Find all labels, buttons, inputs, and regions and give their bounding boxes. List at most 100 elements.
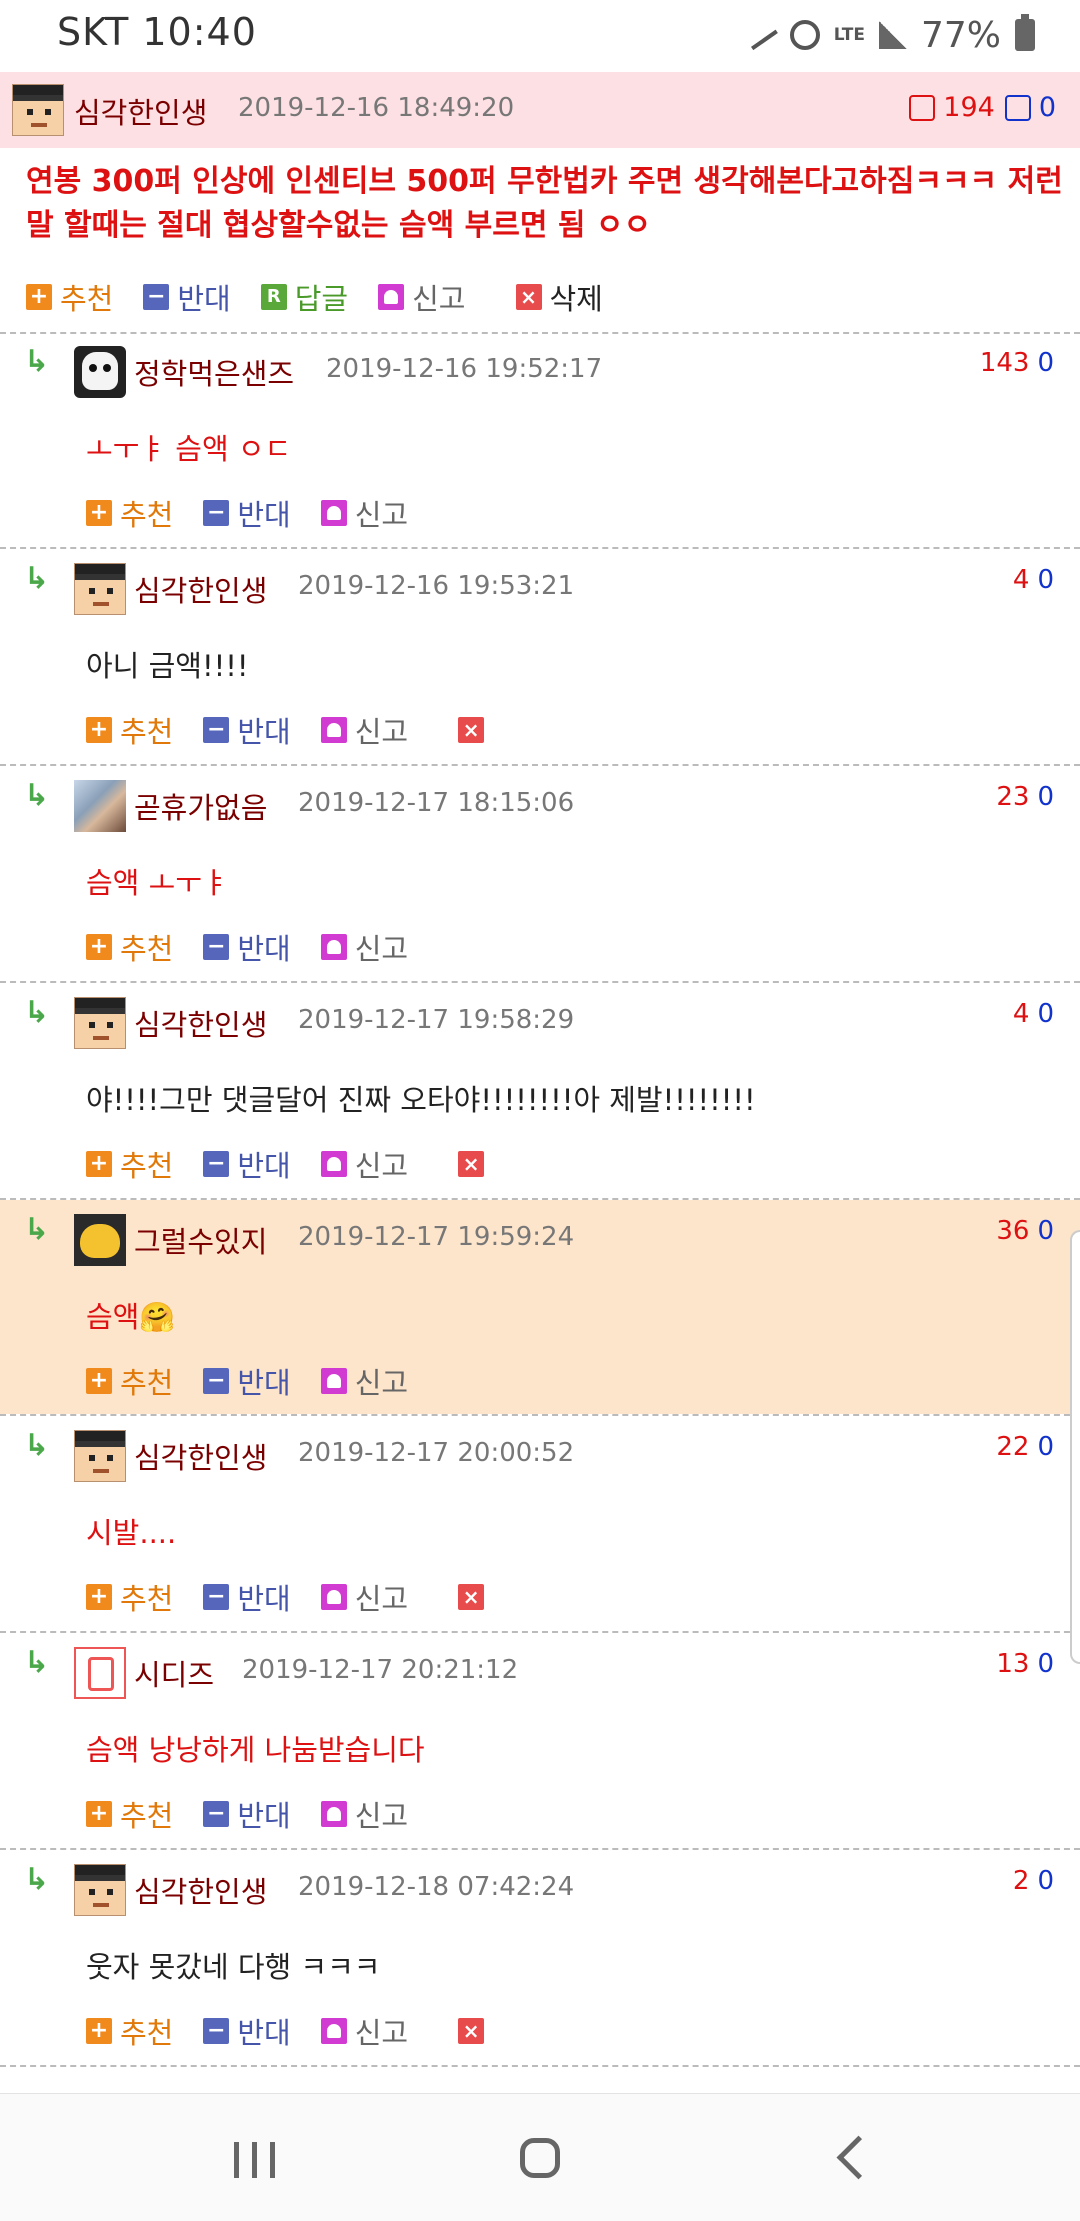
report-button[interactable]: 신고 xyxy=(320,1576,408,1618)
recommend-button[interactable]: + 추천 xyxy=(86,2010,173,2052)
avatar[interactable] xyxy=(74,780,126,832)
recommend-button[interactable]: + 추천 xyxy=(86,1576,173,1618)
vote-counts: 40 xyxy=(1012,999,1054,1029)
delete-icon: × xyxy=(458,2018,485,2044)
battery-icon xyxy=(1015,14,1035,51)
author-nick[interactable]: 심각한인생 xyxy=(134,568,267,610)
reply-button[interactable]: R 답글 xyxy=(260,276,348,318)
recommend-button[interactable]: + 추천 xyxy=(86,1360,173,1402)
delete-button[interactable]: × xyxy=(458,717,492,743)
author-nick[interactable]: 심각한인생 xyxy=(134,1002,267,1044)
report-button[interactable]: 신고 xyxy=(320,1360,408,1402)
recommend-button[interactable]: + 추천 xyxy=(26,276,113,318)
reply-item: ↳ 심각한인생 2019-12-16 19:53:21 40 아니 금액!!!!… xyxy=(0,549,1080,763)
comment-text: ㅗㅜㅑ 슴액 ㅇㄷ xyxy=(86,432,292,466)
reply-item: ↳ 심각한인생 2019-12-17 20:00:52 22 0 시발.... +… xyxy=(0,1416,1080,1630)
recent-apps-icon[interactable] xyxy=(220,2124,290,2194)
back-icon[interactable] xyxy=(815,2124,885,2194)
report-button[interactable]: 신고 xyxy=(378,276,466,318)
edit-icon xyxy=(743,19,778,51)
report-button[interactable]: 신고 xyxy=(320,926,408,968)
delete-icon: × xyxy=(515,284,542,310)
main-comment-actions: + 추천 − 반대 R 답글 신고 × 삭제 xyxy=(26,276,633,318)
lte-icon: LTE xyxy=(833,24,865,45)
author-nick[interactable]: 정학먹은샌즈 xyxy=(134,351,294,393)
oppose-button[interactable]: − 반대 xyxy=(203,2010,291,2052)
reply-item: ↳ 정학먹은샌즈 2019-12-16 19:52:17 143 0 ㅗㅜㅑ 슴액… xyxy=(0,334,1080,546)
delete-button[interactable]: × xyxy=(458,2018,492,2044)
plus-icon: + xyxy=(86,1584,112,1610)
delete-icon: × xyxy=(458,1584,485,1610)
avatar[interactable] xyxy=(74,1430,126,1482)
minus-icon: − xyxy=(203,2018,230,2044)
upvote-count: 194 xyxy=(943,92,995,123)
oppose-button[interactable]: − 반대 xyxy=(203,926,291,968)
comment-date: 2019-12-16 19:52:17 xyxy=(326,354,603,384)
avatar[interactable] xyxy=(74,1864,126,1916)
avatar[interactable] xyxy=(12,84,64,136)
author-nick[interactable]: 시디즈 xyxy=(134,1652,214,1694)
recommend-button[interactable]: + 추천 xyxy=(86,1143,173,1185)
siren-icon xyxy=(320,1801,347,1827)
delete-button[interactable]: × xyxy=(458,1584,492,1610)
oppose-button[interactable]: − 반대 xyxy=(203,1793,291,1835)
oppose-button[interactable]: − 반대 xyxy=(203,1576,291,1618)
recommend-button[interactable]: + 추천 xyxy=(86,709,173,751)
signal-icon xyxy=(878,21,907,49)
reply-item: ↳ 곧휴가없음 2019-12-17 18:15:06 23 0 슴액 ㅗㅜㅑ +… xyxy=(0,766,1080,980)
siren-icon xyxy=(378,284,405,310)
comment-actions: + 추천 − 반대 신고 × xyxy=(86,1576,522,1618)
oppose-button[interactable]: − 반대 xyxy=(203,1360,291,1402)
avatar[interactable] xyxy=(74,563,126,615)
avatar[interactable] xyxy=(74,997,126,1049)
comment-date: 2019-12-17 19:59:24 xyxy=(298,1222,575,1252)
oppose-button[interactable]: − 반대 xyxy=(203,492,291,534)
recommend-button[interactable]: + 추천 xyxy=(86,1793,173,1835)
report-button[interactable]: 신고 xyxy=(320,1793,408,1835)
recommend-button[interactable]: + 추천 xyxy=(86,492,173,534)
comment-date: 2019-12-17 19:58:29 xyxy=(298,1005,575,1035)
main-comment-header: 심각한인생 2019-12-16 18:49:20 194 0 xyxy=(0,72,1080,148)
author-nick[interactable]: 심각한인생 xyxy=(134,1869,267,1911)
plus-icon: + xyxy=(86,1151,112,1177)
comment-date: 2019-12-17 18:15:06 xyxy=(298,788,575,818)
plus-icon: + xyxy=(86,717,112,743)
vote-counts: 23 0 xyxy=(996,782,1054,812)
comment-date: 2019-12-17 20:21:12 xyxy=(242,1655,519,1685)
vote-counts: 194 0 xyxy=(909,92,1056,123)
minus-icon: − xyxy=(203,1801,230,1827)
comment-actions: + 추천 − 반대 신고 × xyxy=(86,1143,522,1185)
avatar[interactable] xyxy=(74,346,126,398)
oppose-button[interactable]: − 반대 xyxy=(203,709,291,751)
siren-icon xyxy=(320,1584,347,1610)
author-nick[interactable]: 심각한인생 xyxy=(134,1435,267,1477)
comment-text: 아니 금액!!!! xyxy=(86,649,249,683)
report-button[interactable]: 신고 xyxy=(320,1143,408,1185)
delete-button[interactable]: × xyxy=(458,1151,492,1177)
minus-icon: − xyxy=(203,1584,230,1610)
home-icon[interactable] xyxy=(508,2124,578,2194)
reply-icon: R xyxy=(260,284,287,310)
author-nick[interactable]: 그럴수있지 xyxy=(134,1219,267,1261)
scroll-handle[interactable] xyxy=(1070,1230,1080,1664)
oppose-button[interactable]: − 반대 xyxy=(143,276,231,318)
avatar[interactable] xyxy=(74,1214,126,1266)
plus-icon: + xyxy=(86,1801,112,1827)
siren-icon xyxy=(320,717,347,743)
minus-icon: − xyxy=(203,1151,230,1177)
plus-icon: + xyxy=(86,1368,112,1394)
comment-actions: + 추천 − 반대 신고 xyxy=(86,1793,438,1835)
avatar[interactable] xyxy=(74,1647,126,1699)
delete-button[interactable]: × 삭제 xyxy=(515,276,603,318)
oppose-button[interactable]: − 반대 xyxy=(203,1143,291,1185)
report-button[interactable]: 신고 xyxy=(320,492,408,534)
report-button[interactable]: 신고 xyxy=(320,709,408,751)
comment-actions: + 추천 − 반대 신고 × xyxy=(86,2010,522,2052)
plus-icon: + xyxy=(26,284,52,310)
report-button[interactable]: 신고 xyxy=(320,2010,408,2052)
author-nick[interactable]: 심각한인생 xyxy=(74,90,207,132)
recommend-button[interactable]: + 추천 xyxy=(86,926,173,968)
status-bar: SKT 10:40 LTE 77% xyxy=(0,0,1080,70)
author-nick[interactable]: 곧휴가없음 xyxy=(134,785,267,827)
reply-item: ↳ 심각한인생 2019-12-18 07:42:24 20 웃자 못갔네 다행… xyxy=(0,1850,1080,2064)
